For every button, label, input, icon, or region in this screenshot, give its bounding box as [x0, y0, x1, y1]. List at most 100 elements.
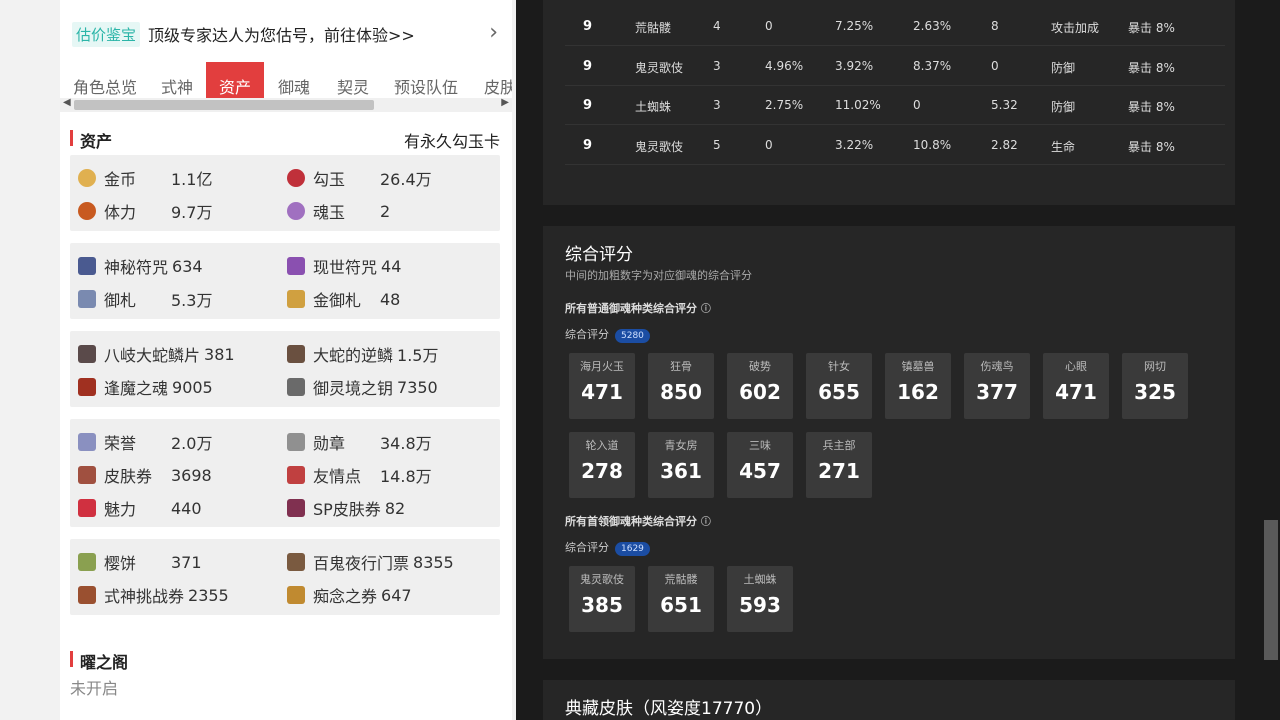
- info-icon[interactable]: ⓘ: [701, 517, 711, 528]
- tile-name: 镇墓兽: [901, 360, 935, 373]
- table-cell-c3: 2.63%: [913, 19, 952, 33]
- asset-name: 樱饼: [104, 554, 137, 573]
- asset-name: SP皮肤券: [313, 500, 381, 519]
- leader-total-badge: 1629: [615, 542, 650, 556]
- table-cell-c4: 5.32: [991, 98, 1018, 112]
- normal-heading-text: 所有普通御魂种类综合评分: [565, 302, 697, 315]
- asset-value: 2: [380, 201, 391, 221]
- tab-assets[interactable]: 资产: [206, 62, 265, 98]
- asset-item: 樱饼 371: [78, 549, 202, 575]
- tile-name: 荒骷髅: [664, 573, 698, 586]
- table-cell-c4: 0: [991, 58, 999, 73]
- assets-header: 资产 有永久勾玉卡: [70, 128, 500, 151]
- tab-preset-team[interactable]: 预设队伍: [381, 62, 471, 98]
- scroll-left-icon[interactable]: ◀: [63, 97, 71, 108]
- table-row: 9 荒骷髅 4 0 7.25% 2.63% 8 攻击加成 暴击 8%: [565, 7, 1225, 46]
- score-tile: 狂骨 850: [648, 353, 714, 419]
- medal-icon: [287, 433, 305, 451]
- right-panel: 9 荒骷髅 4 0 7.25% 2.63% 8 攻击加成 暴击 8% 9 鬼灵歌伎 3 4.96% 3.9…: [516, 0, 1280, 720]
- scroll-thumb[interactable]: [74, 100, 374, 110]
- asset-value: 26.4万: [380, 170, 432, 189]
- tile-value: 377: [976, 380, 1018, 404]
- tab-shikigami[interactable]: 式神: [148, 62, 206, 98]
- asset-value: 440: [171, 498, 202, 518]
- table-cell-c1: 4.96%: [765, 58, 804, 73]
- asset-item: 金御札 48: [287, 286, 400, 312]
- asset-item: 八岐大蛇鳞片 381: [78, 341, 235, 367]
- tile-name: 海月火玉: [580, 360, 624, 373]
- asset-value: 34.8万: [380, 434, 432, 453]
- tab-yuhun[interactable]: 御魂: [265, 62, 323, 98]
- asset-name: 逢魔之魂: [104, 379, 169, 398]
- tab-qiling[interactable]: 契灵: [324, 62, 382, 98]
- asset-item: 逢魔之魂 9005: [78, 374, 213, 400]
- tile-value: 593: [739, 593, 781, 617]
- table-cell-sub: 暴击 8%: [1128, 21, 1175, 35]
- asset-value: 1.1亿: [171, 170, 213, 189]
- score-tile: 网切 325: [1122, 353, 1188, 419]
- tile-value: 602: [739, 380, 781, 404]
- normal-total-badge: 5280: [615, 329, 650, 343]
- normal-score-heading: 所有普通御魂种类综合评分 ⓘ: [565, 300, 711, 316]
- asset-value: 82: [384, 498, 406, 518]
- asset-name: 式神挑战券: [104, 587, 185, 606]
- tile-name: 针女: [828, 360, 850, 373]
- permanent-jade-card: 有永久勾玉卡: [403, 132, 500, 151]
- table-cell-main: 防御: [1051, 60, 1076, 75]
- asset-value: 371: [171, 552, 202, 572]
- asset-name: 体力: [104, 203, 137, 222]
- table-cell-sub: 暴击 8%: [1128, 100, 1175, 114]
- score-tile: 鬼灵歌伎 385: [569, 566, 635, 632]
- spirit-key-icon: [287, 378, 305, 396]
- score-tile: 心眼 471: [1043, 353, 1109, 419]
- leader-score-line: 综合评分 1629: [565, 539, 650, 556]
- asset-value: 381: [204, 344, 235, 364]
- reality-talisman-icon: [287, 257, 305, 275]
- table-cell-name: 鬼灵歌伎: [635, 139, 684, 154]
- asset-name: 皮肤券: [104, 467, 153, 486]
- appraisal-banner[interactable]: 估价鉴宝 顶级专家达人为您估号，前往体验>> ›: [60, 12, 512, 56]
- info-icon[interactable]: ⓘ: [701, 304, 711, 315]
- scroll-right-icon[interactable]: ▶: [501, 97, 509, 108]
- asset-item: 体力 9.7万: [78, 198, 212, 224]
- asset-value: 44: [381, 256, 402, 276]
- demon-soul-icon: [78, 378, 96, 396]
- asset-name: 友情点: [313, 467, 362, 486]
- table-cell-name: 鬼灵歌伎: [635, 60, 684, 75]
- normal-score-line: 综合评分 5280: [565, 326, 650, 343]
- page-scrollbar-thumb[interactable]: [1264, 520, 1278, 660]
- tile-value: 471: [1055, 380, 1097, 404]
- asset-name: 勾玉: [313, 170, 346, 189]
- table-cell-c1: 0: [765, 19, 773, 33]
- tab-overview[interactable]: 角色总览: [60, 62, 150, 98]
- tab-skins[interactable]: 皮肤: [471, 62, 512, 98]
- tile-name: 心眼: [1065, 360, 1087, 373]
- table-cell-level: 9: [583, 98, 593, 113]
- asset-name: 魅力: [104, 500, 137, 519]
- soul-jade-icon: [287, 202, 305, 220]
- asset-value: 2355: [188, 585, 229, 605]
- table-cell-c3: 8.37%: [913, 58, 952, 73]
- asset-value: 48: [380, 289, 401, 309]
- asset-value: 2.0万: [171, 434, 213, 453]
- asset-name: 魂玉: [313, 203, 346, 222]
- table-cell-main: 防御: [1051, 100, 1076, 114]
- tab-scrollbar[interactable]: ◀ ▶: [60, 97, 512, 112]
- asset-value: 1.5万: [397, 346, 439, 365]
- score-title: 综合评分: [565, 245, 633, 265]
- yao-status: 未开启: [70, 679, 119, 698]
- asset-item: 式神挑战券 2355: [78, 582, 229, 608]
- tile-value: 655: [818, 380, 860, 404]
- table-cell-c2: 11.02%: [835, 98, 881, 112]
- orochi-scale-icon: [78, 345, 96, 363]
- table-cell-main: 生命: [1051, 139, 1076, 154]
- score-tile: 荒骷髅 651: [648, 566, 714, 632]
- table-cell-name: 荒骷髅: [635, 21, 672, 35]
- chevron-right-icon[interactable]: ›: [489, 20, 498, 45]
- asset-content: 估价鉴宝 顶级专家达人为您估号，前往体验>> › 角色总览 式神 资产 御魂 契…: [60, 0, 512, 720]
- asset-value: 7350: [397, 377, 438, 397]
- asset-name: 金御札: [313, 291, 362, 310]
- asset-value: 9005: [172, 377, 213, 397]
- table-row: 9 鬼灵歌伎 5 0 3.22% 10.8% 2.82 生命 暴击 8%: [565, 126, 1225, 165]
- asset-item: 魂玉 2: [287, 198, 390, 224]
